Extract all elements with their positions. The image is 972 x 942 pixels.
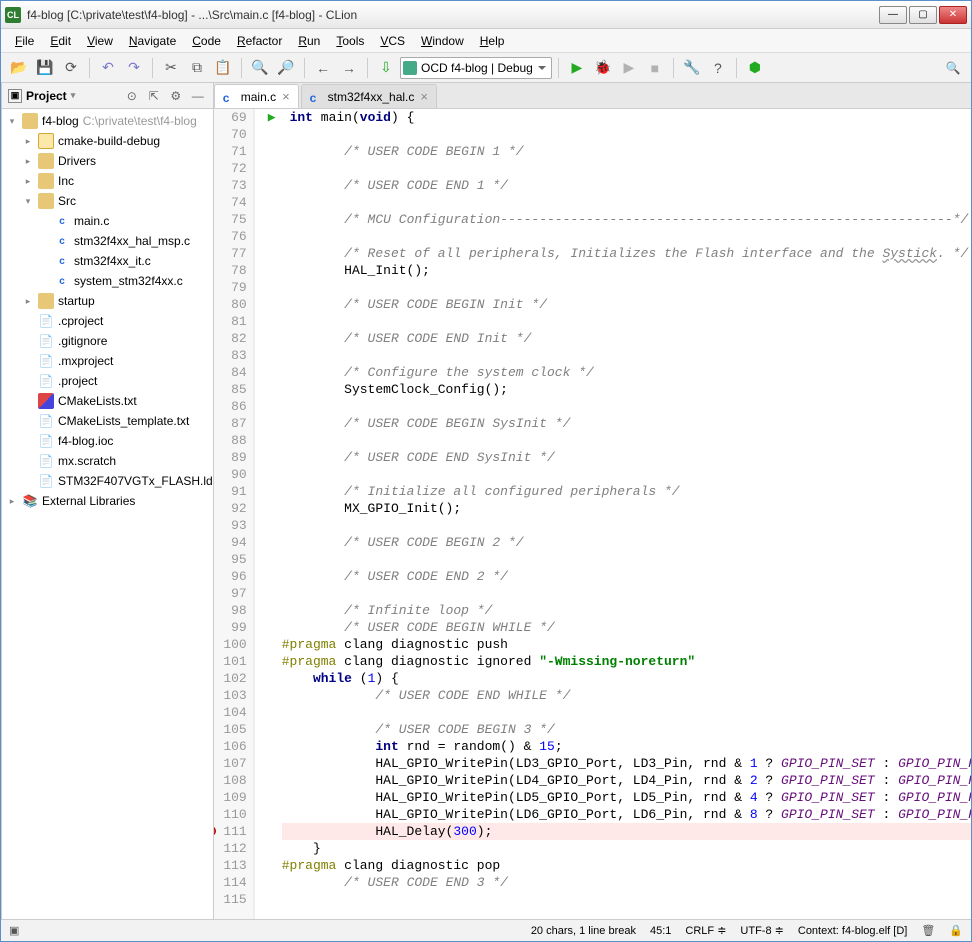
forward-icon[interactable]: → bbox=[337, 56, 361, 80]
search-everywhere-icon[interactable]: 🔍 bbox=[941, 61, 965, 75]
lock-icon[interactable]: 🔒 bbox=[949, 924, 963, 937]
config-icon bbox=[403, 61, 417, 75]
undo-icon[interactable]: ↶ bbox=[96, 56, 120, 80]
menu-edit[interactable]: Edit bbox=[44, 32, 77, 50]
status-caret-position[interactable]: 45:1 bbox=[650, 925, 671, 937]
stop-button[interactable]: ■ bbox=[643, 56, 667, 80]
menu-code[interactable]: Code bbox=[186, 32, 227, 50]
minimize-button[interactable]: — bbox=[879, 6, 907, 24]
run-gutter-icon[interactable]: ▶ bbox=[268, 110, 276, 125]
status-encoding[interactable]: UTF-8 ≑ bbox=[740, 924, 783, 937]
close-button[interactable]: ✕ bbox=[939, 6, 967, 24]
window-title: f4-blog [C:\private\test\f4-blog] - ...\… bbox=[27, 8, 879, 22]
hide-pane-icon[interactable]: — bbox=[189, 87, 207, 105]
breakpoint-icon[interactable] bbox=[214, 826, 216, 836]
tree-root[interactable]: ▾f4-blogC:\private\test\f4-blog bbox=[2, 111, 213, 131]
tree-item[interactable]: stm32f4xx_hal_msp.c bbox=[2, 231, 213, 251]
tree-item[interactable]: mx.scratch bbox=[2, 451, 213, 471]
project-tree[interactable]: ▾f4-blogC:\private\test\f4-blog▸cmake-bu… bbox=[2, 109, 213, 919]
menu-navigate[interactable]: Navigate bbox=[123, 32, 182, 50]
scroll-from-source-icon[interactable]: ⊙ bbox=[123, 87, 141, 105]
redo-icon[interactable]: ↷ bbox=[122, 56, 146, 80]
tree-item[interactable]: CMakeLists.txt bbox=[2, 391, 213, 411]
tree-item[interactable]: ▸cmake-build-debug bbox=[2, 131, 213, 151]
project-pane: ▣ Project ▾ ⊙ ⇱ ⚙ — ▾f4-blogC:\private\t… bbox=[2, 83, 214, 919]
plugin-icon[interactable]: ⬢ bbox=[743, 56, 767, 80]
coverage-icon[interactable]: ▶ bbox=[617, 56, 641, 80]
editor-tabs: main.c×stm32f4xx_hal.c× bbox=[214, 83, 971, 109]
main-toolbar: 📂 💾 ⟳ ↶ ↷ ✂ ⧉ 📋 🔍 🔎 ← → ⇩ OCD f4-blog | … bbox=[1, 53, 971, 83]
replace-icon[interactable]: 🔎 bbox=[274, 56, 298, 80]
project-pane-title[interactable]: ▣ Project ▾ bbox=[8, 89, 119, 103]
run-button[interactable]: ▶ bbox=[565, 56, 589, 80]
status-context[interactable]: Context: f4-blog.elf [D] bbox=[798, 925, 907, 937]
menu-help[interactable]: Help bbox=[474, 32, 511, 50]
tree-item[interactable]: .gitignore bbox=[2, 331, 213, 351]
settings-gear-icon[interactable]: ⚙ bbox=[167, 87, 185, 105]
editor-gutter[interactable]: 6970717273747576777879808182838485868788… bbox=[214, 109, 254, 919]
sync-icon[interactable]: ⟳ bbox=[59, 56, 83, 80]
open-icon[interactable]: 📂 bbox=[7, 56, 31, 80]
tree-item[interactable]: .cproject bbox=[2, 311, 213, 331]
build-icon[interactable]: ⇩ bbox=[374, 56, 398, 80]
help-icon[interactable]: ? bbox=[706, 56, 730, 80]
tree-item[interactable]: system_stm32f4xx.c bbox=[2, 271, 213, 291]
tree-item[interactable]: ▸startup bbox=[2, 291, 213, 311]
tree-item[interactable]: .project bbox=[2, 371, 213, 391]
menu-refactor[interactable]: Refactor bbox=[231, 32, 288, 50]
tree-external-libraries[interactable]: ▸External Libraries bbox=[2, 491, 213, 511]
menubar: FileEditViewNavigateCodeRefactorRunTools… bbox=[1, 29, 971, 53]
debug-button[interactable]: 🐞 bbox=[591, 56, 615, 80]
code-editor[interactable]: 6970717273747576777879808182838485868788… bbox=[214, 109, 971, 919]
tree-item[interactable]: main.c bbox=[2, 211, 213, 231]
menu-tools[interactable]: Tools bbox=[330, 32, 370, 50]
settings-icon[interactable]: 🔧 bbox=[680, 56, 704, 80]
editor-tab[interactable]: main.c× bbox=[214, 84, 299, 108]
tree-item[interactable]: ▾Src bbox=[2, 191, 213, 211]
status-selection: 20 chars, 1 line break bbox=[531, 925, 636, 937]
tool-window-toggle-icon[interactable]: ▣ bbox=[9, 924, 19, 937]
back-icon[interactable]: ← bbox=[311, 56, 335, 80]
close-tab-icon[interactable]: × bbox=[282, 89, 290, 104]
cut-icon[interactable]: ✂ bbox=[159, 56, 183, 80]
editor-tab[interactable]: stm32f4xx_hal.c× bbox=[301, 84, 437, 108]
tree-item[interactable]: STM32F407VGTx_FLASH.ld bbox=[2, 471, 213, 491]
tree-item[interactable]: ▸Drivers bbox=[2, 151, 213, 171]
memory-indicator-icon[interactable]: 🗑 bbox=[921, 924, 935, 937]
menu-file[interactable]: File bbox=[9, 32, 40, 50]
close-tab-icon[interactable]: × bbox=[420, 89, 428, 104]
tree-item[interactable]: f4-blog.ioc bbox=[2, 431, 213, 451]
statusbar: ▣ 20 chars, 1 line break 45:1 CRLF ≑ UTF… bbox=[1, 919, 971, 941]
tree-item[interactable]: CMakeLists_template.txt bbox=[2, 411, 213, 431]
run-config-label: OCD f4-blog | Debug bbox=[421, 61, 533, 75]
tree-item[interactable]: ▸Inc bbox=[2, 171, 213, 191]
status-line-ending[interactable]: CRLF ≑ bbox=[685, 924, 726, 937]
menu-run[interactable]: Run bbox=[292, 32, 326, 50]
copy-icon[interactable]: ⧉ bbox=[185, 56, 209, 80]
collapse-all-icon[interactable]: ⇱ bbox=[145, 87, 163, 105]
tree-item[interactable]: .mxproject bbox=[2, 351, 213, 371]
save-all-icon[interactable]: 💾 bbox=[33, 56, 57, 80]
menu-view[interactable]: View bbox=[81, 32, 119, 50]
maximize-button[interactable]: ▢ bbox=[909, 6, 937, 24]
menu-window[interactable]: Window bbox=[415, 32, 470, 50]
app-icon: CL bbox=[5, 7, 21, 23]
run-config-select[interactable]: OCD f4-blog | Debug bbox=[400, 57, 552, 79]
menu-vcs[interactable]: VCS bbox=[374, 32, 411, 50]
paste-icon[interactable]: 📋 bbox=[211, 56, 235, 80]
find-icon[interactable]: 🔍 bbox=[248, 56, 272, 80]
tree-item[interactable]: stm32f4xx_it.c bbox=[2, 251, 213, 271]
titlebar: CL f4-blog [C:\private\test\f4-blog] - .… bbox=[1, 1, 971, 29]
code-content[interactable]: ▶int main(void) { /* USER CODE BEGIN 1 *… bbox=[266, 109, 971, 919]
